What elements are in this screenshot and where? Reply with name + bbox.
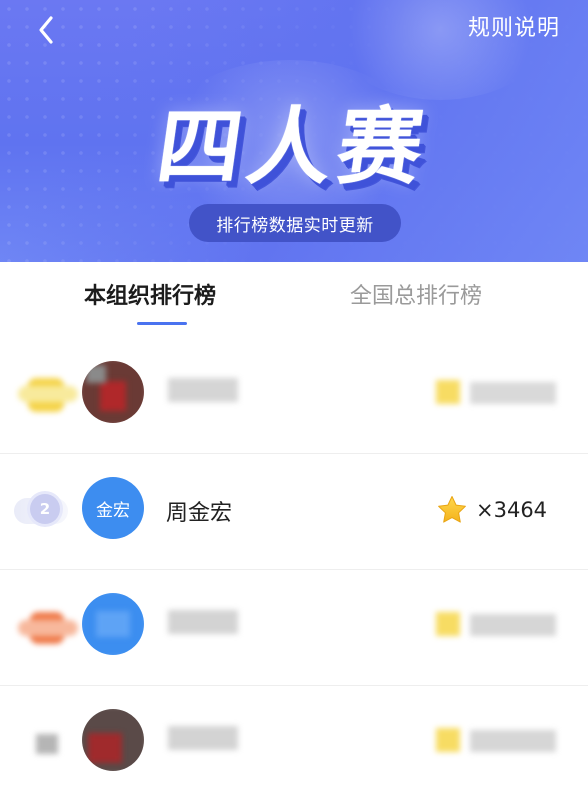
rank-badge: 2 [14,484,78,540]
name-blurred [168,378,238,402]
player-name: 周金宏 [166,501,233,526]
chevron-left-icon [39,16,53,44]
update-note-text: 排行榜数据实时更新 [216,215,374,236]
gold-medal-icon [18,368,78,424]
name-blurred [168,726,238,750]
avatar [82,361,144,423]
rank-number: 2 [39,500,51,518]
active-tab-indicator [137,322,187,325]
ranking-row[interactable] [0,338,588,454]
rules-link[interactable]: 规则说明 [468,10,560,42]
tab-national-ranking[interactable]: 全国总排行榜 [350,278,482,310]
star-icon [438,496,466,523]
avatar [82,593,144,655]
tab-bar: 本组织排行榜 全国总排行榜 [0,262,588,338]
score: ×3464 [436,486,566,530]
update-note-badge: 排行榜数据实时更新 [189,204,401,242]
rank-badge [18,716,78,772]
score [436,602,566,646]
avatar [82,709,144,771]
avatar-text: 金宏 [96,500,130,521]
score [436,718,566,762]
avatar: 金宏 [82,477,144,539]
name-blurred [168,610,238,634]
ranking-row[interactable]: 2 金宏 周金宏 ×3464 [0,454,588,570]
score [436,370,566,414]
bronze-medal-icon [18,600,78,656]
tab-org-ranking[interactable]: 本组织排行榜 [84,278,216,310]
page-title: 四人赛 [151,98,435,196]
ranking-row[interactable] [0,570,588,686]
back-button[interactable] [26,10,66,50]
header-banner: 规则说明 四人赛 排行榜数据实时更新 [0,0,588,262]
score-value: ×3464 [476,498,548,522]
ranking-row[interactable] [0,686,588,800]
